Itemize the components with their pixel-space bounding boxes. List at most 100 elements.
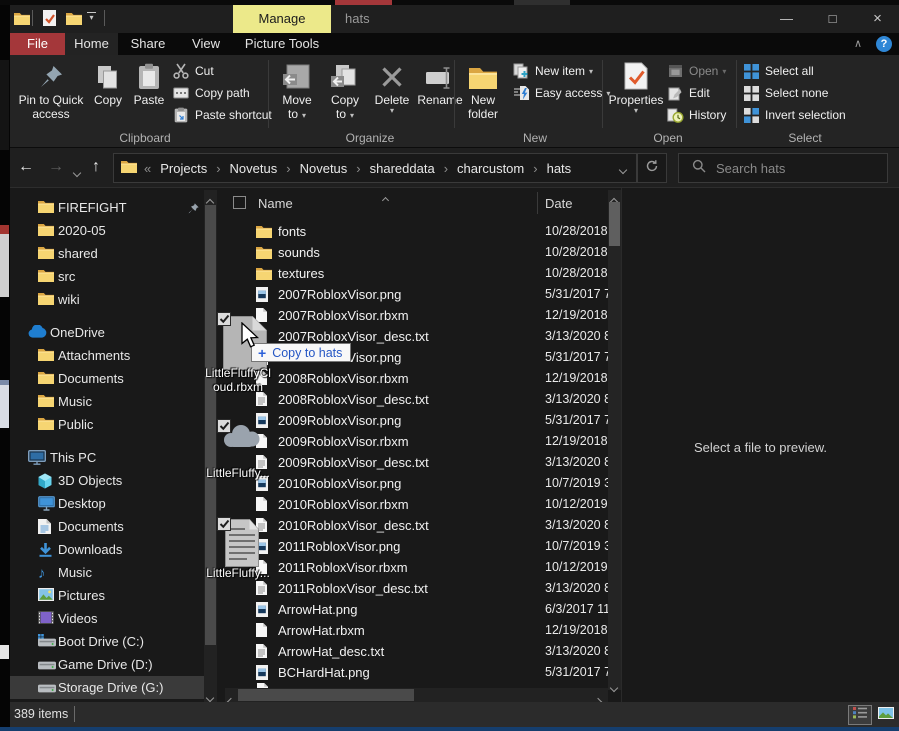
sidebar-item-shared[interactable]: shared (10, 242, 204, 265)
file-row[interactable]: 2007RobloxVisor.rbxm12/19/2018 (225, 305, 608, 326)
file-row[interactable]: ArrowHat.rbxm12/19/2018 (225, 620, 608, 641)
breadcrumb-segment[interactable]: Novetus (228, 161, 280, 176)
breadcrumb-segment[interactable]: Projects (158, 161, 209, 176)
cut-button[interactable]: Cut (172, 61, 214, 81)
tab-file[interactable]: File (10, 33, 65, 55)
file-row[interactable]: 2011RobloxVisor.png10/7/2019 3 (225, 536, 608, 557)
file-row[interactable]: fonts10/28/2018 (225, 221, 608, 242)
sidebar-item-pictures[interactable]: Pictures (10, 584, 204, 607)
column-header-name[interactable]: Name (258, 196, 293, 211)
edit-button[interactable]: Edit (666, 83, 710, 103)
list-scroll-down-icon[interactable] (611, 678, 617, 696)
sidebar-item-videos[interactable]: Videos (10, 607, 204, 630)
file-row[interactable]: 2011RobloxVisor_desc.txt3/13/2020 8 (225, 578, 608, 599)
quick-access-folder-icon[interactable] (14, 12, 30, 30)
search-box[interactable]: Search hats (678, 153, 888, 183)
move-to-button[interactable]: Move to▾ (274, 58, 320, 130)
file-list-scrollbar[interactable] (608, 190, 621, 690)
column-divider[interactable] (537, 192, 538, 214)
sidebar-item-boot-drive-c[interactable]: Boot Drive (C:) (10, 630, 204, 653)
sidebar-item-wiki[interactable]: wiki (10, 288, 204, 311)
breadcrumb-segment[interactable]: shareddata (368, 161, 437, 176)
sidebar-item-attachments[interactable]: Attachments (10, 344, 204, 367)
sidebar-item-storage-drive-g[interactable]: Storage Drive (G:) (10, 676, 204, 699)
partial-file-row[interactable] (257, 683, 269, 688)
breadcrumb-segment[interactable]: hats (545, 161, 574, 176)
refresh-button[interactable] (637, 153, 667, 183)
manage-contextual-tab[interactable]: Manage (233, 4, 331, 33)
file-row[interactable]: 2011RobloxVisor.rbxm10/12/2019 (225, 557, 608, 578)
file-row[interactable]: 2010RobloxVisor_desc.txt3/13/2020 8 (225, 515, 608, 536)
quick-access-properties-icon[interactable] (43, 10, 56, 31)
quick-access-new-folder-icon[interactable] (66, 12, 82, 30)
select-all-checkbox[interactable] (233, 196, 246, 209)
file-row[interactable]: BCHardHat.png5/31/2017 7 (225, 662, 608, 683)
thumbnails-view-button[interactable] (874, 705, 898, 725)
pin-to-quick-access-button[interactable]: Pin to Quick access (14, 58, 88, 130)
file-row[interactable]: ArrowHat.png6/3/2017 11 (225, 599, 608, 620)
new-item-button[interactable]: New item▾ (512, 61, 593, 81)
file-row[interactable]: 2007RobloxVisor.png5/31/2017 7 (225, 284, 608, 305)
help-icon[interactable]: ? (876, 36, 892, 52)
copy-path-button[interactable]: Copy path (172, 83, 250, 103)
file-row[interactable]: 2009RobloxVisor_desc.txt3/13/2020 8 (225, 452, 608, 473)
file-row[interactable]: 2009RobloxVisor.rbxm12/19/2018 (225, 431, 608, 452)
breadcrumb-separator-icon[interactable]: › (209, 161, 227, 176)
sidebar-item-public[interactable]: Public (10, 413, 204, 436)
sidebar-item-game-drive-d[interactable]: Game Drive (D:) (10, 653, 204, 676)
sidebar-item-this-pc[interactable]: This PC (10, 446, 204, 469)
recent-locations-chevron-icon[interactable] (74, 163, 80, 181)
sidebar-item-2020-05[interactable]: 2020-05 (10, 219, 204, 242)
sidebar-item-music[interactable]: Music (10, 390, 204, 413)
select-all-button[interactable]: Select all (742, 61, 814, 81)
breadcrumb-separator-icon[interactable]: › (526, 161, 544, 176)
sidebar-item-documents[interactable]: Documents (10, 367, 204, 390)
sidebar-item-3d-objects[interactable]: 3D Objects (10, 469, 204, 492)
open-button[interactable]: Open▾ (666, 61, 726, 81)
address-dropdown-icon[interactable] (620, 161, 626, 176)
file-row[interactable]: 2010RobloxVisor.rbxm10/12/2019 (225, 494, 608, 515)
search-input[interactable]: Search hats (716, 161, 785, 176)
sidebar-item-onedrive[interactable]: OneDrive (10, 321, 204, 344)
minimize-button[interactable]: — (764, 4, 809, 33)
select-none-button[interactable]: Select none (742, 83, 828, 103)
delete-button[interactable]: Delete ▾ (370, 58, 414, 130)
copy-to-button[interactable]: Copy to▾ (322, 58, 368, 130)
file-row[interactable]: ArrowHat_desc.txt3/13/2020 8 (225, 641, 608, 662)
column-header-date[interactable]: Date (545, 196, 572, 211)
up-icon[interactable]: ↑ (92, 157, 100, 177)
list-scrollbar-thumb[interactable] (609, 202, 620, 246)
qat-customize-dropdown-icon[interactable]: ▾ (87, 12, 96, 22)
file-row[interactable]: 2009RobloxVisor.png5/31/2017 7 (225, 410, 608, 431)
tab-share[interactable]: Share (118, 33, 178, 55)
forward-icon[interactable]: → (48, 157, 64, 177)
sidebar-item-src[interactable]: src (10, 265, 204, 288)
collapse-ribbon-icon[interactable]: ∧ (854, 37, 862, 50)
sidebar-item-firefight[interactable]: FIREFIGHT (10, 196, 204, 219)
paste-button[interactable]: Paste (128, 58, 170, 130)
file-row[interactable]: sounds10/28/2018 (225, 242, 608, 263)
properties-button[interactable]: Properties ▾ (608, 58, 664, 130)
file-row[interactable]: 2008RobloxVisor.rbxm12/19/2018 (225, 368, 608, 389)
back-icon[interactable]: ← (18, 157, 34, 177)
horizontal-scrollbar[interactable] (225, 688, 608, 702)
invert-selection-button[interactable]: Invert selection (742, 105, 846, 125)
paste-shortcut-button[interactable]: Paste shortcut (172, 105, 272, 125)
sidebar-item-documents[interactable]: Documents (10, 515, 204, 538)
breadcrumb[interactable]: « Projects›Novetus›Novetus›shareddata›ch… (113, 153, 637, 183)
breadcrumb-segment[interactable]: charcustom (455, 161, 526, 176)
details-view-button[interactable] (848, 705, 872, 725)
close-button[interactable]: × (856, 4, 899, 33)
sidebar-scrollbar[interactable] (204, 190, 217, 702)
horizontal-scrollbar-thumb[interactable] (238, 689, 414, 701)
sidebar-item-desktop[interactable]: Desktop (10, 492, 204, 515)
file-row[interactable]: 2010RobloxVisor.png10/7/2019 3 (225, 473, 608, 494)
new-folder-button[interactable]: New folder (458, 58, 508, 130)
file-row[interactable]: textures10/28/2018 (225, 263, 608, 284)
file-row[interactable]: 2008RobloxVisor_desc.txt3/13/2020 8 (225, 389, 608, 410)
breadcrumb-overflow-chevron[interactable]: « (137, 161, 158, 176)
sidebar-item-downloads[interactable]: Downloads (10, 538, 204, 561)
copy-button[interactable]: Copy (88, 58, 128, 130)
breadcrumb-separator-icon[interactable]: › (437, 161, 455, 176)
easy-access-button[interactable]: Easy access▾ (512, 83, 610, 103)
